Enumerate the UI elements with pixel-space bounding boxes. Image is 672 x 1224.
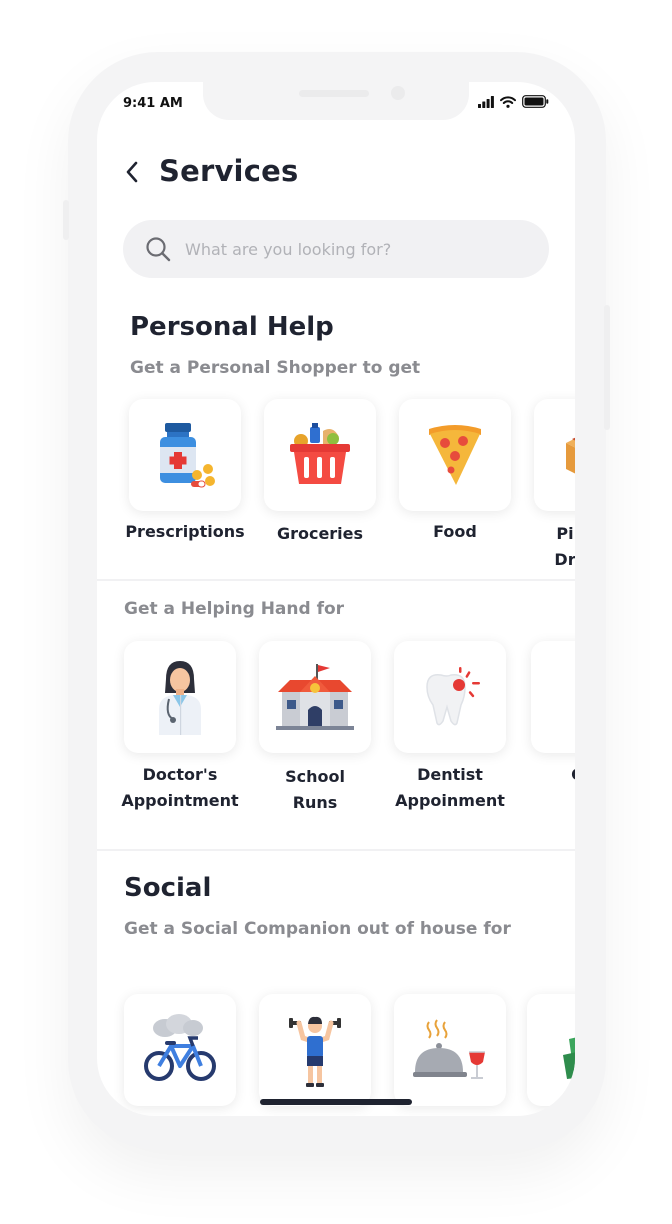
service-label-dentist: Dentist Appoinment <box>395 765 505 810</box>
service-card-prescriptions[interactable] <box>129 399 241 511</box>
service-label-gardening: Gar <box>517 762 575 788</box>
phone-notch <box>203 82 469 120</box>
notch-speaker <box>299 90 369 97</box>
tooth-icon <box>426 667 480 726</box>
grocery-basket-icon <box>290 423 350 484</box>
service-card-dentist[interactable] <box>394 641 506 753</box>
section-divider <box>97 849 575 851</box>
service-label-pickup-drop: Pi Dr <box>554 524 575 569</box>
social-card-shopping[interactable] <box>527 994 575 1106</box>
social-title: Social <box>124 873 212 903</box>
service-card-doctor[interactable] <box>124 641 236 753</box>
social-card-cycling[interactable] <box>124 994 236 1106</box>
garden-tool-icon <box>557 667 575 727</box>
home-indicator <box>260 1099 412 1105</box>
parcel-box-icon <box>566 437 575 474</box>
service-card-food[interactable] <box>399 399 511 511</box>
personal-help-title: Personal Help <box>130 312 334 342</box>
social-card-dining[interactable] <box>394 994 506 1106</box>
chevron-left-icon <box>126 161 138 183</box>
wifi-icon <box>500 95 516 108</box>
service-label-doctor: Doctor's Appointment <box>121 765 239 810</box>
page-title: Services <box>159 154 299 188</box>
section-divider <box>97 579 575 581</box>
helping-hand-subtitle: Get a Helping Hand for <box>124 599 345 619</box>
medicine-bottle-icon <box>160 423 215 488</box>
doctor-icon <box>159 661 201 735</box>
bicycle-icon <box>144 1014 216 1081</box>
status-icons <box>478 95 549 108</box>
social-card-fitness[interactable] <box>259 994 371 1106</box>
service-card-school-runs[interactable] <box>259 641 371 753</box>
app-screen: 9:41 AM Services Per <box>97 82 575 1116</box>
battery-icon <box>522 95 549 108</box>
social-subtitle: Get a Social Companion out of house for <box>124 919 511 939</box>
phone-volume-button <box>63 200 69 240</box>
service-label-school-runs: School Runs <box>285 767 345 812</box>
search-input[interactable] <box>185 239 525 259</box>
shopping-bags-icon <box>563 1037 575 1081</box>
personal-help-subtitle: Get a Personal Shopper to get <box>130 358 421 378</box>
notch-camera <box>391 86 405 100</box>
fitness-man-icon <box>289 1016 341 1087</box>
phone-side-button <box>604 305 610 430</box>
search-icon <box>146 237 171 262</box>
service-label-groceries: Groceries <box>276 524 364 543</box>
school-building-icon <box>276 664 354 730</box>
food-cloche-icon <box>413 1019 485 1079</box>
cellular-signal-icon <box>478 95 494 108</box>
service-card-pickup-drop[interactable] <box>534 399 575 511</box>
service-card-gardening[interactable] <box>531 641 575 753</box>
service-card-groceries[interactable] <box>264 399 376 511</box>
pizza-slice-icon <box>429 425 481 485</box>
search-bar[interactable] <box>123 220 549 278</box>
status-time: 9:41 AM <box>123 96 183 111</box>
service-label-prescriptions: Prescriptions <box>125 522 245 541</box>
back-button[interactable] <box>121 158 143 186</box>
